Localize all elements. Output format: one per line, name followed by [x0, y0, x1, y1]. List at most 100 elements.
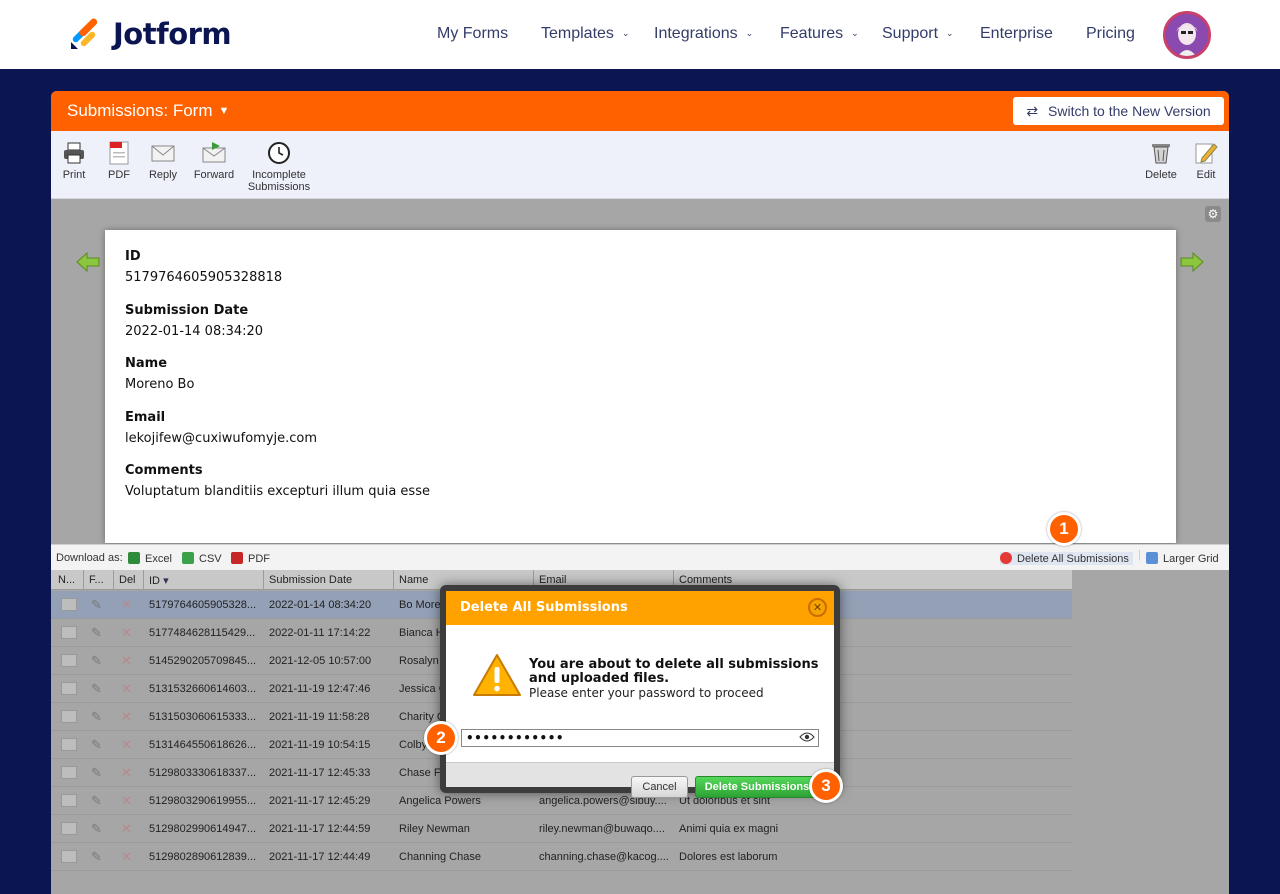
- field-id-label: ID: [125, 249, 141, 264]
- pdf-small-icon: [231, 552, 243, 564]
- pdf-label: PDF: [108, 169, 130, 181]
- delete-x-icon[interactable]: ✕: [121, 597, 132, 613]
- show-password-eye-icon[interactable]: [799, 731, 815, 746]
- col-header-flag[interactable]: F...: [89, 574, 104, 586]
- nav-integrations-label: Integrations: [654, 25, 738, 42]
- nav-features[interactable]: Features ⌄: [780, 25, 859, 43]
- pdf-icon: [109, 141, 129, 165]
- delete-x-icon[interactable]: ✕: [121, 765, 132, 781]
- next-arrow-icon[interactable]: [1179, 251, 1205, 273]
- nav-support[interactable]: Support ⌄: [882, 25, 954, 43]
- larger-grid-link[interactable]: Larger Grid: [1146, 552, 1219, 565]
- col-header-id[interactable]: ID ▾: [149, 574, 169, 587]
- incomplete-submissions-button[interactable]: Incomplete Submissions: [247, 141, 311, 193]
- cell-id: 5129803330618337...: [149, 767, 257, 779]
- delete-button[interactable]: Delete: [1143, 141, 1179, 181]
- cell-id: 5129802990614947...: [149, 823, 257, 835]
- envelope-icon: [151, 145, 175, 162]
- delete-x-icon[interactable]: ✕: [121, 849, 132, 865]
- form-selector[interactable]: Submissions: Form ▼: [67, 101, 229, 121]
- cell-date: 2021-11-17 12:44:59: [269, 823, 371, 835]
- nav-templates-label: Templates: [541, 25, 614, 42]
- forward-envelope-icon: [202, 142, 226, 163]
- brand-name: Jotform: [113, 17, 232, 51]
- flag-icon[interactable]: ✎: [91, 710, 107, 724]
- nav-templates[interactable]: Templates ⌄: [541, 25, 629, 43]
- flag-icon[interactable]: ✎: [91, 682, 107, 696]
- printer-icon: [64, 142, 84, 164]
- top-navigation: Jotform My Forms Templates ⌄ Integrations…: [0, 0, 1280, 69]
- reply-button[interactable]: Reply: [148, 141, 178, 181]
- field-comments-label: Comments: [125, 463, 203, 478]
- flag-icon[interactable]: ✎: [91, 850, 107, 864]
- col-divider: [263, 570, 264, 590]
- col-header-del[interactable]: Del: [119, 574, 136, 586]
- flag-icon[interactable]: ✎: [91, 598, 107, 612]
- delete-x-icon[interactable]: ✕: [121, 737, 132, 753]
- flag-icon[interactable]: ✎: [91, 626, 107, 640]
- delete-x-icon[interactable]: ✕: [121, 653, 132, 669]
- chevron-down-icon: ⌄: [621, 28, 630, 38]
- edit-button[interactable]: Edit: [1193, 141, 1219, 181]
- close-icon[interactable]: ✕: [808, 598, 827, 617]
- delete-x-icon[interactable]: ✕: [121, 821, 132, 837]
- expand-icon: [1146, 552, 1158, 564]
- nav-integrations[interactable]: Integrations ⌄: [654, 25, 753, 43]
- cell-date: 2021-11-19 11:58:28: [269, 711, 370, 723]
- flag-icon[interactable]: ✎: [91, 766, 107, 780]
- flag-icon[interactable]: ✎: [91, 794, 107, 808]
- jotform-logo[interactable]: Jotform: [69, 17, 232, 51]
- nav-enterprise[interactable]: Enterprise: [980, 25, 1053, 43]
- flag-icon[interactable]: ✎: [91, 654, 107, 668]
- delete-x-icon[interactable]: ✕: [121, 625, 132, 641]
- flag-icon[interactable]: ✎: [91, 738, 107, 752]
- switch-version-button[interactable]: ⇄ Switch to the New Version: [1013, 97, 1224, 125]
- cell-name: Angelica Powers: [399, 795, 481, 807]
- edit-label: Edit: [1196, 169, 1216, 181]
- delete-all-dialog: Delete All Submissions ✕ You are about t…: [446, 591, 834, 798]
- cell-name: Channing Chase: [399, 851, 481, 863]
- cancel-button[interactable]: Cancel: [631, 776, 688, 798]
- previous-arrow-icon[interactable]: [75, 251, 101, 273]
- field-submission-date: Submission Date 2022-01-14 08:34:20: [125, 303, 263, 339]
- settings-gear-icon[interactable]: ⚙: [1205, 206, 1221, 222]
- nav-support-label: Support: [882, 25, 939, 42]
- dialog-instruction-text: Please enter your password to proceed: [529, 686, 764, 700]
- cell-name: Riley Newman: [399, 823, 470, 835]
- forward-button[interactable]: Forward: [192, 141, 236, 181]
- download-pdf-link[interactable]: PDF: [231, 552, 270, 565]
- col-header-date[interactable]: Submission Date: [269, 574, 352, 586]
- unread-envelope-icon: [61, 850, 77, 863]
- delete-x-icon[interactable]: ✕: [121, 793, 132, 809]
- password-input[interactable]: ••••••••••••: [461, 729, 819, 747]
- download-excel-link[interactable]: Excel: [128, 552, 172, 565]
- unread-envelope-icon: [61, 654, 77, 667]
- download-csv-link[interactable]: CSV: [182, 552, 222, 565]
- table-row[interactable]: ✎ ✕ 5129802890612839... 2021-11-17 12:44:49…: [51, 843, 1072, 871]
- table-row[interactable]: ✎ ✕ 5129802990614947... 2021-11-17 12:44:59…: [51, 815, 1072, 843]
- panel-header: Submissions: Form ▼ ⇄ Switch to the New V…: [51, 91, 1229, 131]
- nav-pricing-label: Pricing: [1086, 25, 1135, 42]
- unread-envelope-icon: [61, 682, 77, 695]
- print-button[interactable]: Print: [61, 141, 87, 181]
- cell-id: 5177484628115429...: [149, 627, 256, 639]
- dialog-title: Delete All Submissions: [460, 600, 628, 615]
- col-divider: [113, 570, 114, 590]
- field-id-value: 5179764605905328818: [125, 270, 283, 285]
- divider: |: [1138, 549, 1141, 561]
- nav-pricing[interactable]: Pricing: [1086, 25, 1135, 43]
- cell-date: 2021-11-17 12:44:49: [269, 851, 371, 863]
- col-header-new[interactable]: N...: [58, 574, 75, 586]
- user-avatar[interactable]: [1163, 11, 1211, 59]
- flag-icon[interactable]: ✎: [91, 822, 107, 836]
- pencil-paper-icon: [1195, 143, 1218, 164]
- cell-date: 2021-11-19 10:54:15: [269, 739, 371, 751]
- delete-submissions-button[interactable]: Delete Submissions: [695, 776, 819, 798]
- delete-x-icon[interactable]: ✕: [121, 709, 132, 725]
- delete-all-submissions-link[interactable]: Delete All Submissions: [1000, 552, 1133, 565]
- nav-my-forms[interactable]: My Forms: [437, 25, 508, 43]
- trash-icon: [1152, 144, 1170, 164]
- col-header-name[interactable]: Name: [399, 574, 428, 586]
- pdf-button[interactable]: PDF: [106, 141, 132, 181]
- delete-x-icon[interactable]: ✕: [121, 681, 132, 697]
